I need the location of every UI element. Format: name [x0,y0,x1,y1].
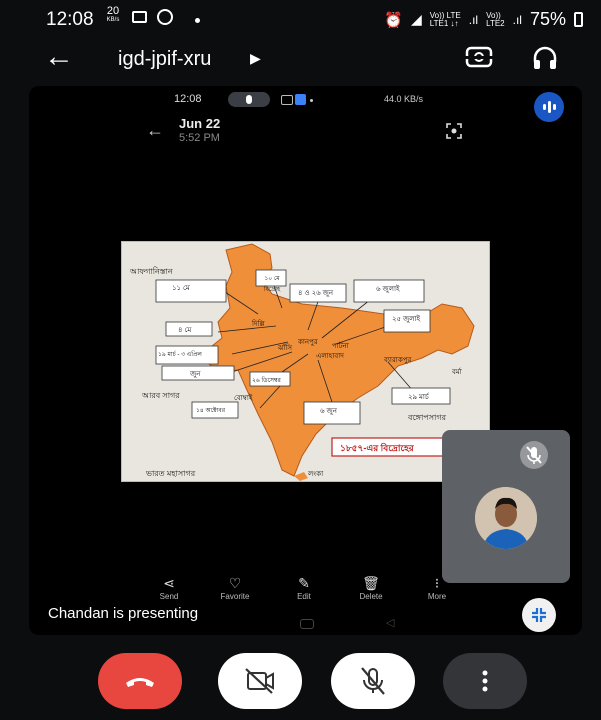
status-bar: 12:08 20 KB/s ⏰ ◢ Vo)) LTE LTE1 ↓↑ .ıl Vo… [0,0,601,38]
presented-status-right: 44.0 KB/s [384,94,424,104]
camera-off-icon [245,668,274,694]
presented-status-icons [281,94,313,105]
alarm-icon: ⏰ [384,11,403,29]
more-options-button[interactable] [443,653,527,709]
end-call-icon [126,678,154,687]
edit-icon: ✎ [298,575,310,591]
whatsapp-icon [157,9,173,25]
map-city: কানপুর [298,339,318,346]
map-city: বর্মা [452,369,462,376]
notification-dot-icon [195,18,200,23]
status-time: 12:08 [46,9,94,30]
chevron-right-icon[interactable]: ▶ [250,50,261,67]
india-1857-rebellion-map: আফগানিস্তান ১১ মে ১০ মে বিদ্রোহ ৪ ও ২৬ জ… [121,241,490,482]
presenting-label: Chandan is presenting [48,605,199,622]
presented-status-time: 12:08 [174,93,202,105]
network-speed: 20 KB/s [104,6,122,24]
map-sea: বঙ্গোপসাগর [408,413,446,422]
presented-nav-back-icon: ◁ [386,617,395,629]
map-banner: ১৮৫৭-এর বিদ্রোহের [340,443,414,453]
meet-audio-badge-icon[interactable] [534,92,564,122]
map-label: ৪ ও ২৬ জুন [298,290,334,297]
map-label: ২৬ ডিসেম্বর [252,378,281,384]
switch-camera-icon[interactable] [464,44,494,70]
map-city: ব্যারাকপুর [384,357,412,364]
signal-icon: ◢ [410,11,422,27]
network-speed-unit: KB/s [106,17,120,23]
photo-toolbar: ⋖ Send ♡ Favorite ✎ Edit 🗑 Delete ⁝ More [152,574,452,604]
call-top-bar: ← igd-jpif-xru ▶ [0,38,601,84]
gallery-icon [132,11,147,23]
back-arrow-icon[interactable]: ← [44,42,74,72]
map-label: ১১ মে [172,285,190,292]
map-label: জুন [190,371,201,378]
favorite-button: ♡ Favorite [210,574,260,601]
call-controls [0,648,601,720]
map-label: ২৫ জুলাই [392,316,421,323]
map-label: ৪ মে [178,327,192,334]
delete-label: Delete [359,592,383,601]
map-city: লংকা [308,471,324,478]
map-city: বোম্বাই [234,395,253,402]
audio-output-icon[interactable] [531,44,559,72]
meeting-code[interactable]: igd-jpif-xru [118,48,211,71]
sim1-bars-icon: .ıl [468,12,479,27]
map-label: ১৯ মার্চ - ৩ এপ্রিল [158,352,202,358]
mic-active-pill-icon [228,92,270,107]
sim2-sub: LTE2 [486,18,505,28]
camera-toggle-button[interactable] [218,653,302,709]
map-label: ৬ জুলাই [376,286,400,293]
map-label: ১০ মে বিদ্রোহ [263,276,281,293]
collapse-presentation-button[interactable] [522,598,556,632]
india-map-shape [122,242,489,481]
presented-nav-home-icon [300,619,314,629]
photo-time: 5:52 PM [179,132,220,144]
battery-level: 75% [529,9,566,29]
presented-back-arrow-icon: ← [146,120,164,140]
delete-icon: 🗑 [362,575,380,591]
map-label: ২৯ মার্চ [408,394,429,401]
map-label: ৬ জুন [320,408,337,415]
mic-toggle-button[interactable] [331,653,415,709]
more-vert-icon [482,670,488,692]
map-label: আফগানিস্তান [130,267,173,276]
map-sea: ভারত মহাসাগর [146,469,196,478]
favorite-label: Favorite [220,592,250,601]
battery-icon [574,12,583,27]
map-label: ১৪ অক্টোবর [196,408,226,414]
send-label: Send [159,592,179,601]
send-button: ⋖ Send [144,574,194,601]
mic-off-icon [361,667,385,695]
lens-icon [446,123,462,139]
status-right: ⏰ ◢ Vo)) LTE LTE1 ↓↑ .ıl Vo)) LTE2 .ıl 75% [384,9,583,30]
photo-date: Jun 22 [179,116,221,131]
avatar [475,487,537,549]
self-view-tile[interactable] [442,430,570,583]
map-city: দিল্লি [252,321,265,328]
heart-icon: ♡ [228,575,242,591]
map-city: এলাহাবাদ [316,353,344,360]
sim2-bars-icon: .ıl [512,12,522,27]
delete-button: 🗑 Delete [346,574,396,601]
edit-button: ✎ Edit [279,574,329,601]
edit-label: Edit [297,592,311,601]
network-speed-value: 20 [106,5,120,17]
map-city: ঝাঁসি [278,345,292,352]
more-label: More [427,592,447,601]
collapse-icon [532,608,546,622]
sim1-sub: LTE1 ↓↑ [429,18,459,28]
share-icon: ⋖ [163,575,175,591]
muted-mic-icon [520,441,548,469]
end-call-button[interactable] [98,653,182,709]
map-sea: আরব সাগর [142,391,180,400]
